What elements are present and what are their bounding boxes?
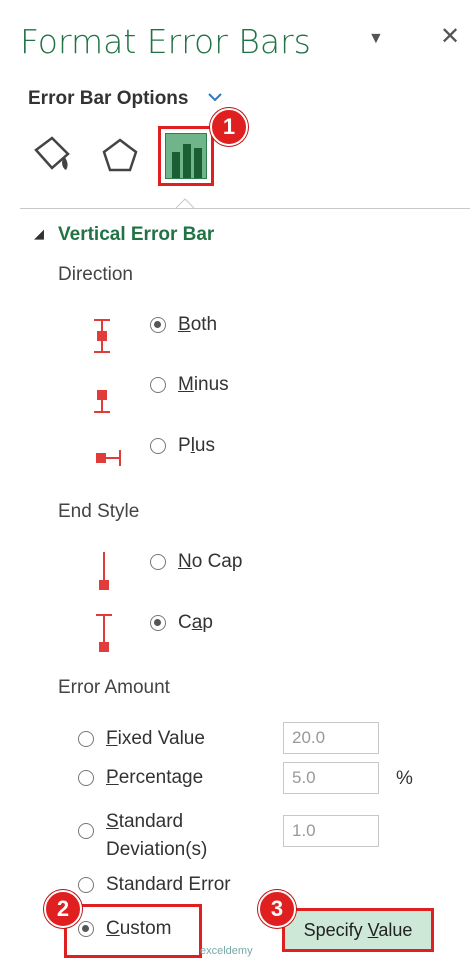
watermark: exceldemy [200, 945, 253, 957]
cap-radio[interactable] [150, 615, 166, 631]
minus-radio[interactable] [150, 377, 166, 393]
cap-icon [96, 614, 112, 652]
std-deviation-input[interactable]: 1.0 [283, 815, 379, 847]
no-cap-icon [99, 552, 109, 590]
effects-pentagon-icon[interactable] [98, 134, 142, 180]
std-deviation-radio[interactable] [78, 823, 94, 839]
tab-pointer [176, 198, 194, 209]
percentage-label[interactable]: Percentage [106, 767, 203, 789]
collapse-triangle-icon[interactable]: ◢ [34, 226, 44, 242]
close-icon[interactable]: ✕ [440, 22, 460, 51]
no-cap-radio[interactable] [150, 554, 166, 570]
direction-label: Direction [58, 264, 133, 285]
end-style-label: End Style [58, 501, 140, 522]
panel-title: Format Error Bars [20, 22, 311, 61]
error-bar-options-tab[interactable] [158, 126, 214, 186]
fixed-value-input[interactable]: 20.0 [283, 722, 379, 754]
std-error-radio[interactable] [78, 877, 94, 893]
no-cap-label[interactable]: No Cap [178, 551, 242, 573]
fill-line-icon[interactable] [28, 134, 76, 180]
step-badge-3: 3 [258, 890, 296, 928]
custom-radio[interactable] [78, 921, 94, 937]
error-bar-options-dropdown[interactable]: Error Bar Options [28, 88, 188, 110]
fixed-value-label[interactable]: Fixed Value [106, 728, 205, 750]
both-direction-icon [94, 319, 110, 353]
tab-divider [20, 208, 470, 209]
chevron-down-icon[interactable] [206, 90, 224, 104]
section-title[interactable]: Vertical Error Bar [58, 224, 214, 246]
task-pane-options-icon[interactable]: ▼ [368, 30, 384, 48]
std-error-label[interactable]: Standard Error [106, 874, 231, 896]
plus-radio[interactable] [150, 438, 166, 454]
percentage-radio[interactable] [78, 770, 94, 786]
plus-label[interactable]: Plus [178, 435, 215, 457]
both-radio[interactable] [150, 317, 166, 333]
minus-direction-icon [94, 390, 110, 413]
percent-unit: % [396, 768, 413, 789]
cap-label[interactable]: Cap [178, 612, 213, 634]
plus-direction-icon [96, 450, 121, 466]
step-badge-1: 1 [210, 108, 248, 146]
step-badge-2: 2 [44, 890, 82, 928]
std-deviation-label[interactable]: Standard Deviation(s) [106, 808, 207, 864]
percentage-input[interactable]: 5.0 [283, 762, 379, 794]
custom-label[interactable]: Custom [106, 918, 171, 940]
bar-chart-icon [165, 133, 207, 179]
specify-value-button[interactable]: Specify Value [282, 908, 434, 952]
both-label[interactable]: Both [178, 314, 217, 336]
fixed-value-radio[interactable] [78, 731, 94, 747]
error-amount-label: Error Amount [58, 677, 170, 698]
minus-label[interactable]: Minus [178, 374, 229, 396]
